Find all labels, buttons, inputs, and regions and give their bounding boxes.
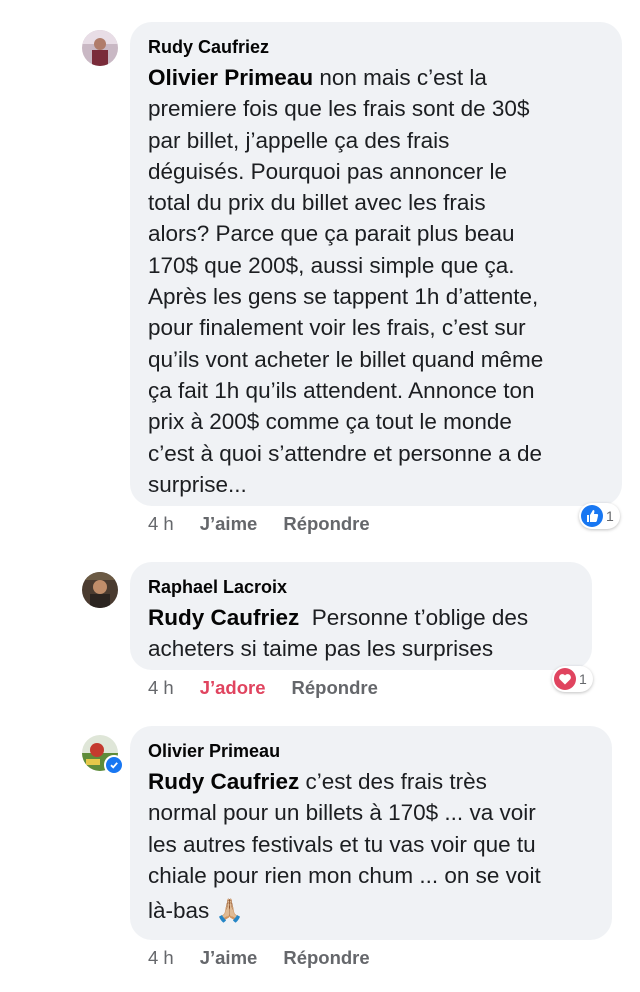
comment-line: non mais c’est la (313, 65, 487, 90)
timestamp[interactable]: 4 h (148, 677, 174, 699)
comment-text: Olivier Primeau non mais c’est la premier… (148, 62, 604, 500)
comment-line: 170$ que 200$, aussi simple que ça. (148, 252, 515, 278)
comment-line: Après les gens se tappent 1h d’attente, (148, 284, 539, 310)
verified-badge-icon (104, 755, 124, 775)
comment-text: Rudy Caufriez c’est des frais très normal… (148, 766, 594, 931)
timestamp[interactable]: 4 h (148, 513, 174, 535)
comment-line: c’est à quoi s’attendre et personne a de (148, 440, 543, 466)
comment-author[interactable]: Olivier Primeau (148, 740, 594, 762)
thumbs-up-icon (581, 505, 603, 527)
comment-line: alors? Parce que ça parait plus beau (148, 221, 515, 247)
comment-actions: 4 h J’adore Répondre (148, 677, 378, 699)
comment-line: premiere fois que les frais sont de 30$ (148, 96, 530, 122)
comment-line: prix à 200$ comme ça tout le monde (148, 409, 512, 435)
avatar[interactable] (82, 30, 118, 66)
mention-link[interactable]: Olivier Primeau (148, 65, 313, 90)
comment-line: les autres festivals et tu vas voir que … (148, 831, 536, 857)
comment-actions: 4 h J’aime Répondre (148, 513, 370, 535)
comment-line: pour finalement voir les frais, c’est su… (148, 315, 526, 341)
comment-line: acheters si taime pas les surprises (148, 636, 494, 662)
comment-text: Rudy Caufriez Personne t’oblige des achet… (148, 602, 574, 665)
comment-author[interactable]: Rudy Caufriez (148, 36, 604, 58)
comment-line: qu’ils vont acheter le billet quand même (148, 346, 544, 372)
comment-bubble: Raphael Lacroix Rudy Caufriez Personne t… (130, 562, 592, 670)
reaction-count[interactable]: 1 (552, 666, 593, 692)
heart-icon (554, 668, 576, 690)
comment-actions: 4 h J’aime Répondre (148, 947, 370, 969)
comment-line: normal pour un billets à 170$ ... va voi… (148, 800, 536, 826)
comment-bubble: Olivier Primeau Rudy Caufriez c’est des … (130, 726, 612, 940)
comment-line: surprise... (148, 471, 247, 497)
reaction-count[interactable]: 1 (579, 503, 620, 529)
like-button[interactable]: J’aime (200, 947, 258, 969)
timestamp[interactable]: 4 h (148, 947, 174, 969)
avatar[interactable] (82, 572, 118, 608)
mention-link[interactable]: Rudy Caufriez (148, 769, 299, 794)
comment-line: c’est des frais très (299, 769, 487, 794)
comment-line: Personne t’oblige des (299, 605, 529, 630)
reply-button[interactable]: Répondre (292, 677, 378, 699)
reply-button[interactable]: Répondre (283, 513, 369, 535)
comment-line: par billet, j’appelle ça des frais (148, 127, 450, 153)
comment-line: total du prix du billet avec les frais (148, 190, 486, 216)
mention-link[interactable]: Rudy Caufriez (148, 605, 299, 630)
reaction-count-label: 1 (606, 508, 614, 524)
comment-bubble: Rudy Caufriez Olivier Primeau non mais c… (130, 22, 622, 506)
like-button[interactable]: J’aime (200, 513, 258, 535)
comment-line: chiale pour rien mon chum ... on se voit (148, 862, 541, 888)
reply-button[interactable]: Répondre (283, 947, 369, 969)
comment-author[interactable]: Raphael Lacroix (148, 576, 574, 598)
comment-line: là-bas 🙏🏼 (148, 898, 244, 924)
reaction-count-label: 1 (579, 671, 587, 687)
comment-line: ça fait 1h qu’ils attendent. Annonce ton (148, 377, 535, 403)
love-button[interactable]: J’adore (200, 677, 266, 699)
comment-line: déguisés. Pourquoi pas annoncer le (148, 158, 508, 184)
